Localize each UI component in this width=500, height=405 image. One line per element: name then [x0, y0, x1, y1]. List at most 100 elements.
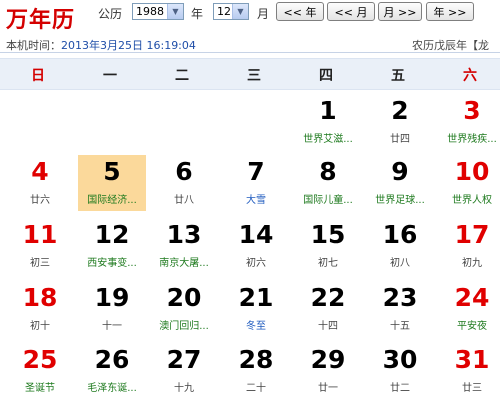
day-cell-10[interactable]: 10 世界人权 — [438, 155, 500, 211]
day-cell-2[interactable]: 2 廿四 — [366, 94, 434, 150]
day-cell-16[interactable]: 16 初八 — [366, 218, 434, 274]
day-cell-17[interactable]: 17 初九 — [438, 218, 500, 274]
day-subtext: 冬至 — [246, 321, 266, 332]
day-subtext: 十四 — [318, 321, 338, 332]
next-month-button[interactable]: 月 >> — [378, 2, 422, 21]
day-cell-14[interactable]: 14 初六 — [222, 218, 290, 274]
local-time-value: 2013年3月25日 16:19:04 — [61, 39, 196, 52]
day-number: 17 — [454, 220, 490, 249]
chevron-down-icon[interactable]: ▼ — [232, 4, 248, 19]
next-year-button[interactable]: 年 >> — [426, 2, 474, 21]
prev-year-button[interactable]: << 年 — [276, 2, 324, 21]
day-cell-12[interactable]: 12 西安事变... — [78, 218, 146, 274]
day-number: 6 — [175, 157, 193, 186]
day-number: 13 — [166, 220, 202, 249]
day-number: 20 — [166, 283, 202, 312]
day-subtext: 初三 — [30, 258, 50, 269]
app-title: 万年历 — [6, 7, 76, 33]
day-cell-5-today[interactable]: 5 国际经济... — [78, 155, 146, 211]
weekday-tue: 二 — [175, 68, 189, 84]
day-subtext: 二十 — [246, 383, 266, 394]
day-subtext: 初八 — [390, 258, 410, 269]
day-cell-1[interactable]: 1 世界艾滋... — [294, 94, 362, 150]
day-subtext: 十九 — [174, 383, 194, 394]
day-number: 8 — [319, 157, 337, 186]
prev-month-button[interactable]: << 月 — [327, 2, 375, 21]
day-subtext: 初十 — [30, 321, 50, 332]
day-cell-7[interactable]: 7 大雪 — [222, 155, 290, 211]
day-cell-28[interactable]: 28 二十 — [222, 343, 290, 399]
month-select-value: 12 — [217, 5, 231, 18]
day-cell-25[interactable]: 25 圣诞节 — [6, 343, 74, 399]
weekday-thu: 四 — [319, 68, 333, 84]
day-cell-3[interactable]: 3 世界残疾... — [438, 94, 500, 150]
day-number: 24 — [454, 283, 490, 312]
day-cell-30[interactable]: 30 廿二 — [366, 343, 434, 399]
local-time-label: 本机时间： — [6, 39, 61, 52]
day-cell-31[interactable]: 31 廿三 — [438, 343, 500, 399]
day-number: 10 — [454, 157, 490, 186]
day-cell-11[interactable]: 11 初三 — [6, 218, 74, 274]
day-cell-21[interactable]: 21 冬至 — [222, 281, 290, 337]
day-number: 31 — [454, 345, 490, 374]
day-subtext: 毛泽东诞... — [87, 383, 137, 394]
day-number: 11 — [22, 220, 58, 249]
day-number: 2 — [391, 96, 409, 125]
day-cell-23[interactable]: 23 十五 — [366, 281, 434, 337]
day-subtext: 世界残疾... — [447, 134, 497, 145]
day-cell-18[interactable]: 18 初十 — [6, 281, 74, 337]
day-subtext: 大雪 — [246, 195, 266, 206]
day-number: 19 — [94, 283, 130, 312]
day-number: 30 — [382, 345, 418, 374]
day-number: 4 — [31, 157, 49, 186]
day-cell-8[interactable]: 8 国际儿童... — [294, 155, 362, 211]
day-subtext: 廿六 — [30, 195, 50, 206]
chevron-down-icon[interactable]: ▼ — [167, 4, 183, 19]
day-number: 1 — [319, 96, 337, 125]
day-cell-29[interactable]: 29 廿一 — [294, 343, 362, 399]
day-number: 18 — [22, 283, 58, 312]
day-cell-15[interactable]: 15 初七 — [294, 218, 362, 274]
month-select[interactable]: 12 ▼ — [213, 3, 249, 20]
day-subtext: 国际儿童... — [303, 195, 353, 206]
day-cell-4[interactable]: 4 廿六 — [6, 155, 74, 211]
day-subtext: 廿二 — [390, 383, 410, 394]
year-select[interactable]: 1988 ▼ — [132, 3, 184, 20]
month-unit-label: 月 — [257, 7, 270, 21]
day-subtext: 十一 — [102, 321, 122, 332]
day-number: 23 — [382, 283, 418, 312]
day-cell-19[interactable]: 19 十一 — [78, 281, 146, 337]
day-cell-20[interactable]: 20 澳门回归... — [150, 281, 218, 337]
header-divider — [0, 52, 500, 53]
day-subtext: 圣诞节 — [25, 383, 55, 394]
day-number: 21 — [238, 283, 274, 312]
day-subtext: 西安事变... — [87, 258, 137, 269]
day-number: 14 — [238, 220, 274, 249]
day-number: 28 — [238, 345, 274, 374]
day-subtext: 初九 — [462, 258, 482, 269]
day-cell-6[interactable]: 6 廿八 — [150, 155, 218, 211]
day-subtext: 南京大屠... — [159, 258, 209, 269]
day-subtext: 廿八 — [174, 195, 194, 206]
day-cell-26[interactable]: 26 毛泽东诞... — [78, 343, 146, 399]
day-number: 9 — [391, 157, 409, 186]
day-cell-24[interactable]: 24 平安夜 — [438, 281, 500, 337]
day-number: 22 — [310, 283, 346, 312]
year-select-value: 1988 — [136, 5, 164, 18]
day-subtext: 世界人权 — [452, 195, 492, 206]
weekday-wed: 三 — [247, 68, 261, 84]
weekday-mon: 一 — [103, 68, 117, 84]
day-cell-27[interactable]: 27 十九 — [150, 343, 218, 399]
calendar-type-label: 公历 — [98, 7, 123, 21]
day-cell-22[interactable]: 22 十四 — [294, 281, 362, 337]
day-subtext: 澳门回归... — [159, 321, 209, 332]
weekday-header: 日 一 二 三 四 五 六 — [0, 58, 500, 90]
day-cell-13[interactable]: 13 南京大屠... — [150, 218, 218, 274]
day-number: 7 — [247, 157, 265, 186]
day-cell-9[interactable]: 9 世界足球... — [366, 155, 434, 211]
day-subtext: 十五 — [390, 321, 410, 332]
day-subtext: 世界足球... — [375, 195, 425, 206]
day-number: 16 — [382, 220, 418, 249]
day-number: 25 — [22, 345, 58, 374]
day-subtext: 廿四 — [390, 134, 410, 145]
